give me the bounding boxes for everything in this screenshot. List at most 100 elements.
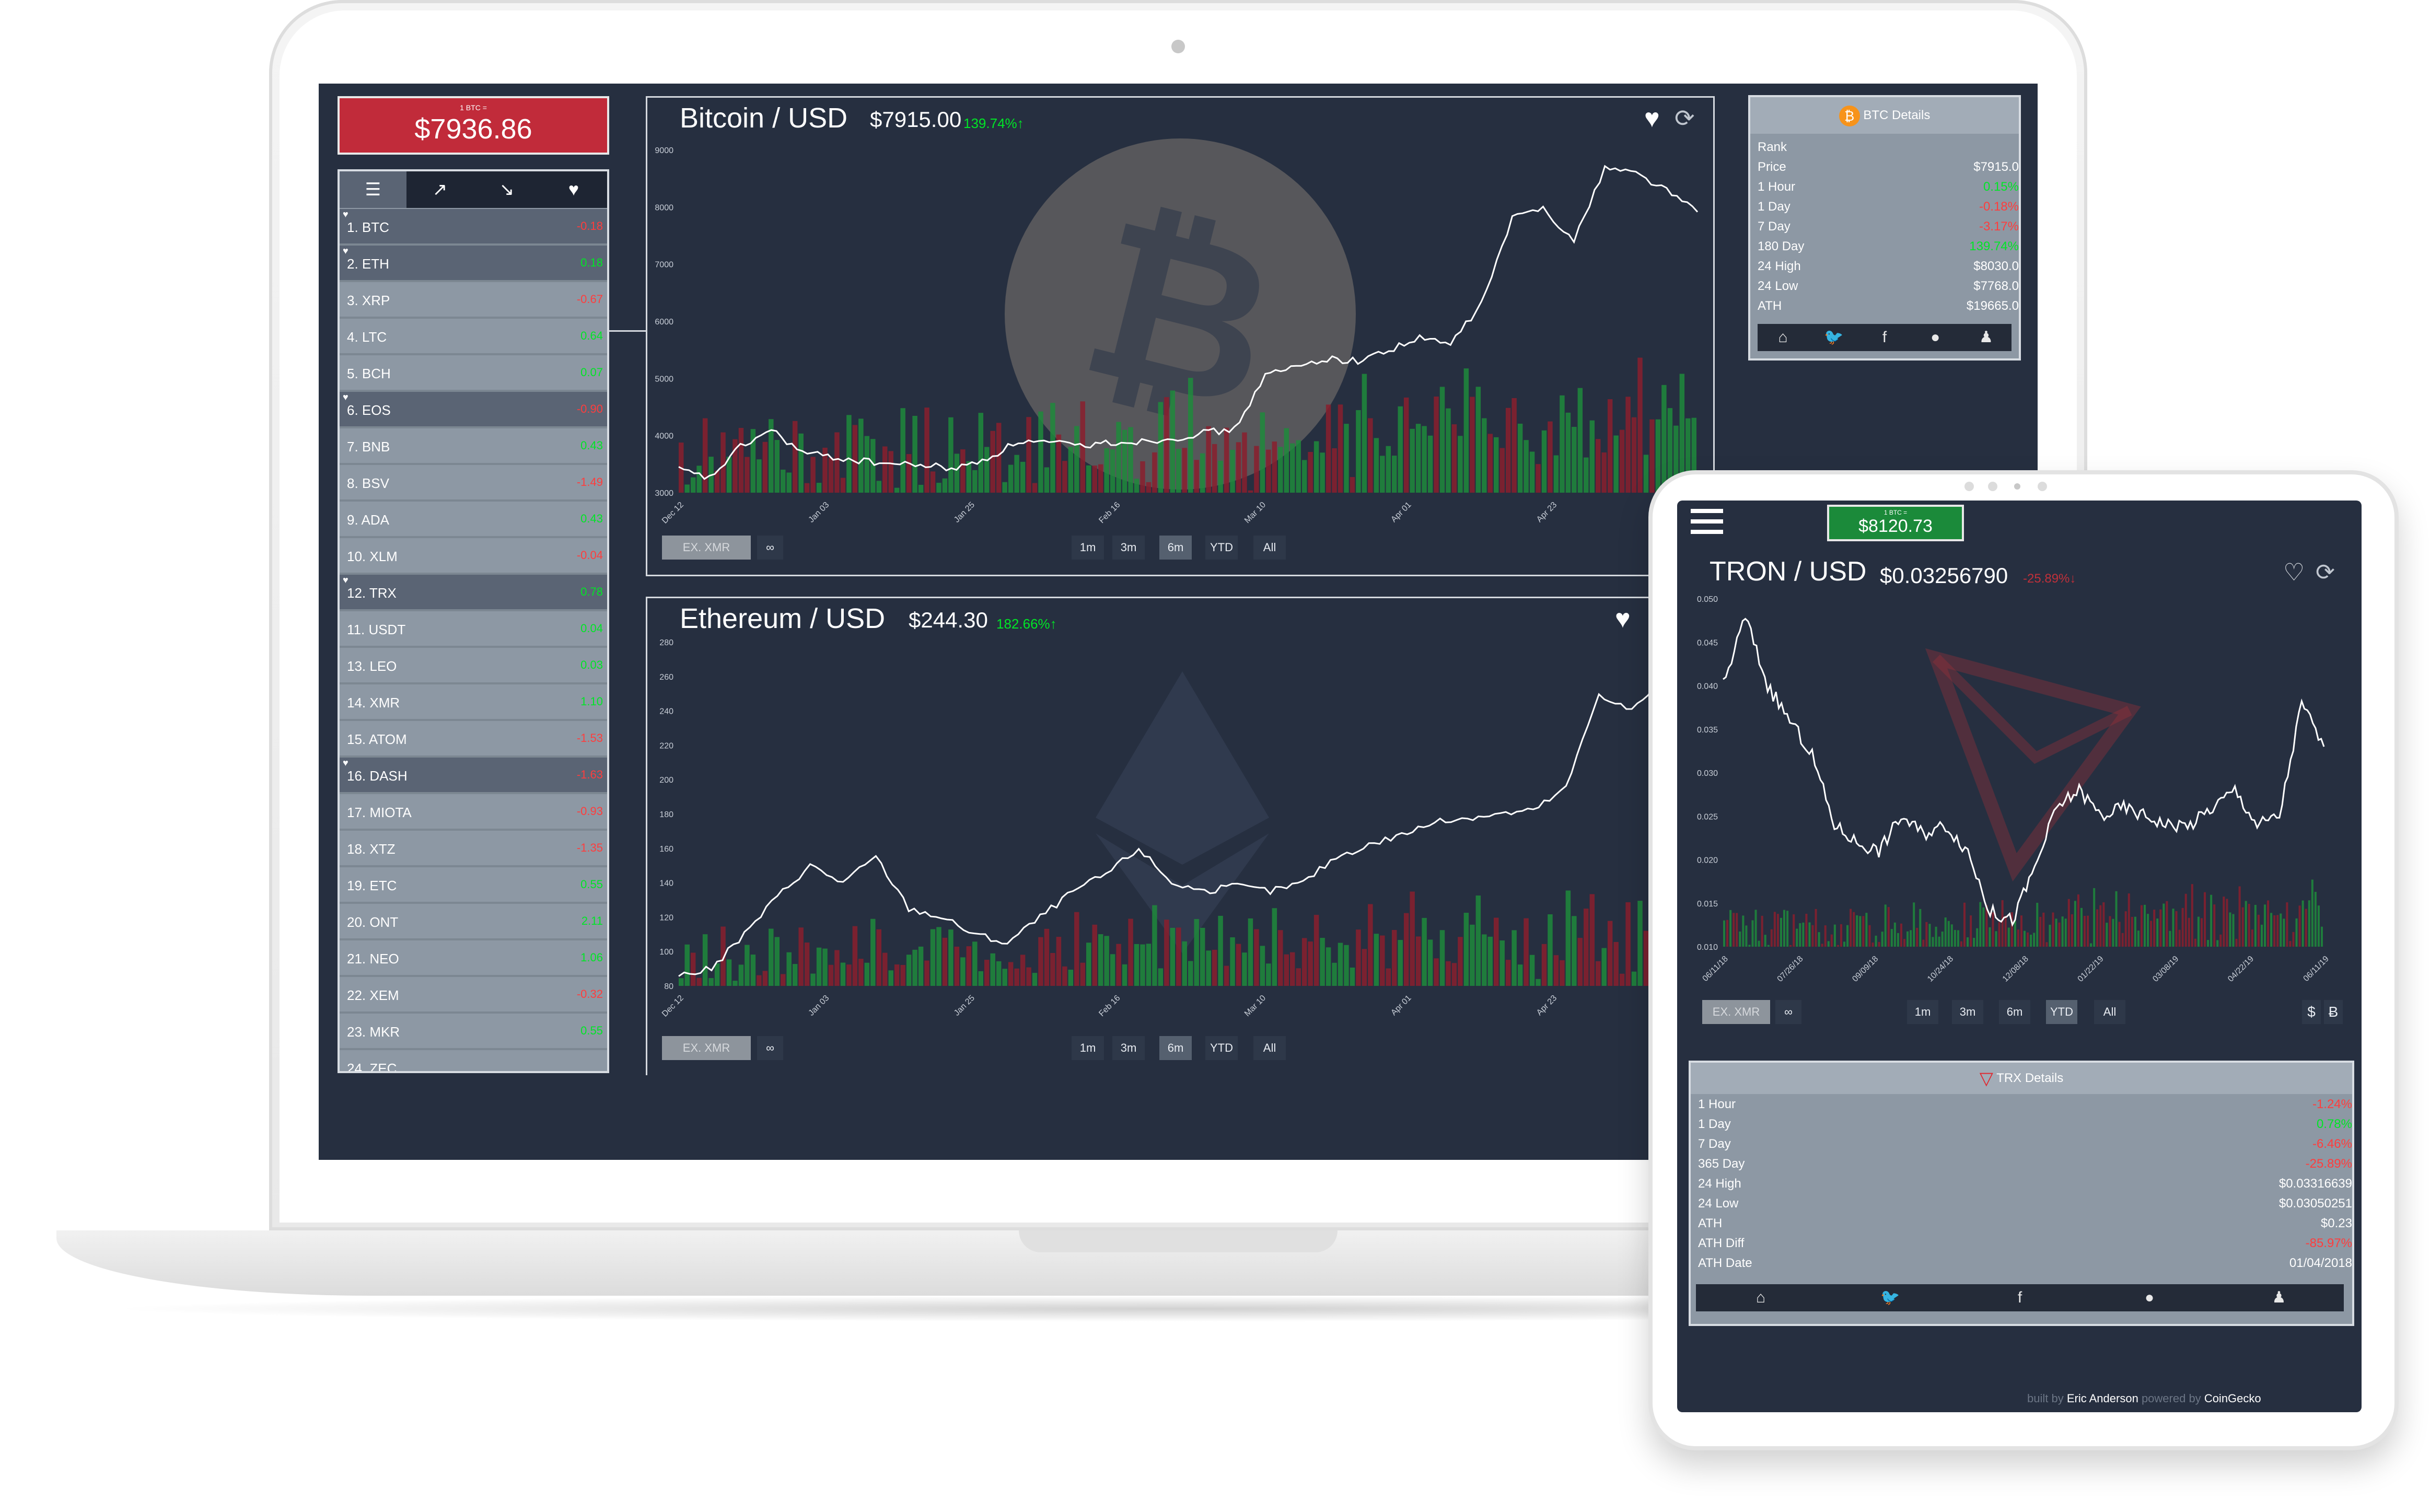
coin-list-row[interactable]: 14. XMR 1.10	[340, 684, 607, 721]
coin-list-row[interactable]: ♥ 12. TRX 0.78	[340, 575, 607, 611]
details-label: ATH Diff	[1698, 1236, 1745, 1250]
exclude-xmr-button[interactable]: EX. XMR	[662, 536, 751, 560]
currency-btc-button[interactable]: Ƀ	[2324, 1000, 2343, 1024]
volume-bar	[2289, 941, 2292, 947]
twitter-icon[interactable]: 🐦	[1826, 1284, 1955, 1311]
coin-list-row[interactable]: 7. BNB 0.43	[340, 428, 607, 465]
hamburger-menu-icon[interactable]	[1691, 509, 1723, 536]
tab-all-coins[interactable]: ☰	[340, 171, 406, 208]
volume-bar	[918, 484, 924, 493]
currency-usd-button[interactable]: $	[2302, 1000, 2321, 1024]
coin-list-row[interactable]: ♥ 6. EOS -0.90	[340, 392, 607, 428]
favorite-heart-icon[interactable]: ♥	[343, 246, 348, 257]
tab-favorites[interactable]: ♥	[540, 171, 607, 208]
exclude-xmr-button[interactable]: EX. XMR	[662, 1036, 751, 1060]
coin-list-row[interactable]: 24. ZEC	[340, 1050, 607, 1071]
range-ytd-button[interactable]: YTD	[2046, 1000, 2077, 1024]
coin-list-row[interactable]: ♥ 16. DASH -1.63	[340, 758, 607, 794]
volume-bar	[1266, 449, 1271, 493]
eth-chart-panel: Ethereum / USD $244.30 182.66%↑ ♥ 80 100 1…	[646, 597, 1715, 1075]
range-ytd-button[interactable]: YTD	[1205, 1036, 1238, 1060]
volume-bar	[1398, 940, 1403, 986]
range-1m-button[interactable]: 1m	[1072, 536, 1104, 560]
coin-list-row[interactable]: 20. ONT 2.11	[340, 904, 607, 940]
x-tick-label: 06/11/19	[2302, 955, 2331, 983]
x-tick-label: Dec 12	[660, 994, 685, 1019]
range-3m-button[interactable]: 3m	[1112, 1036, 1145, 1060]
volume-bar	[2166, 901, 2168, 947]
coin-list-row[interactable]: ♥ 1. BTC -0.18	[340, 209, 607, 246]
range-all-button[interactable]: All	[1253, 536, 1286, 560]
volume-bar	[1458, 436, 1463, 493]
coin-list-row[interactable]: 17. MIOTA -0.93	[340, 794, 607, 831]
volume-bar	[1607, 921, 1613, 986]
volume-bar	[2226, 899, 2228, 947]
volume-bar	[876, 481, 881, 493]
coin-list-row[interactable]: 19. ETC 0.55	[340, 867, 607, 904]
volume-bar	[810, 973, 816, 986]
coin-list-row[interactable]: 8. BSV -1.49	[340, 465, 607, 502]
volume-bar	[1954, 929, 1956, 947]
volume-bar	[2024, 931, 2026, 947]
coin-change: -0.04	[576, 549, 603, 562]
coin-list-row[interactable]: 23. MKR 0.55	[340, 1014, 607, 1050]
coin-list-row[interactable]: 11. USDT 0.04	[340, 611, 607, 648]
details-row: 24 Low $7768.0	[1758, 279, 2019, 299]
details-value: 01/04/2018	[2289, 1256, 2352, 1270]
coin-list-row[interactable]: 5. BCH 0.07	[340, 355, 607, 392]
volume-bar	[792, 421, 798, 493]
favorite-heart-icon[interactable]: ♥	[343, 575, 348, 586]
coin-label: 5. BCH	[347, 366, 391, 381]
coin-list-row[interactable]: 4. LTC 0.64	[340, 319, 607, 355]
range-6m-button[interactable]: 6m	[1999, 1000, 2030, 1024]
favorite-heart-icon[interactable]: ♥	[343, 209, 348, 220]
range-1m-button[interactable]: 1m	[1907, 1000, 1938, 1024]
range-1m-button[interactable]: 1m	[1072, 1036, 1104, 1060]
coin-list-row[interactable]: ♥ 2. ETH 0.18	[340, 246, 607, 282]
coin-list-row[interactable]: 9. ADA 0.43	[340, 502, 607, 538]
facebook-icon[interactable]: f	[1955, 1284, 2085, 1311]
home-icon[interactable]: ⌂	[1696, 1284, 1826, 1311]
coin-list-row[interactable]: 15. ATOM -1.53	[340, 721, 607, 758]
reddit-icon[interactable]: ●	[2085, 1284, 2214, 1311]
range-6m-button[interactable]: 6m	[1159, 1036, 1192, 1060]
range-ytd-button[interactable]: YTD	[1205, 536, 1238, 560]
reddit-icon[interactable]: ●	[1910, 324, 1961, 351]
coin-list-row[interactable]: 10. XLM -0.04	[340, 538, 607, 575]
btc-price-header: 1 BTC = $7936.86	[338, 96, 609, 155]
footer-provider-link[interactable]: CoinGecko	[2204, 1392, 2261, 1405]
volume-bar	[2241, 907, 2244, 947]
twitter-icon[interactable]: 🐦	[1808, 324, 1859, 351]
range-3m-button[interactable]: 3m	[1952, 1000, 1983, 1024]
range-all-button[interactable]: All	[2094, 1000, 2125, 1024]
tab-gainers[interactable]: ↗	[406, 171, 473, 208]
volume-bar	[1773, 912, 1776, 947]
range-3m-button[interactable]: 3m	[1112, 536, 1145, 560]
coin-list-row[interactable]: 18. XTZ -1.35	[340, 831, 607, 867]
tab-losers[interactable]: ↘	[473, 171, 540, 208]
coin-list-row[interactable]: 21. NEO 1.06	[340, 940, 607, 977]
github-icon[interactable]: ♟	[2214, 1284, 2344, 1311]
range-6m-button[interactable]: 6m	[1159, 536, 1192, 560]
coin-list-row[interactable]: 13. LEO 0.03	[340, 648, 607, 684]
volume-bar	[1086, 943, 1091, 986]
link-button[interactable]: ∞	[1775, 1000, 1801, 1024]
exclude-xmr-button[interactable]: EX. XMR	[1702, 1000, 1770, 1024]
github-icon[interactable]: ♟	[1961, 324, 2012, 351]
favorite-heart-icon[interactable]: ♥	[343, 392, 348, 403]
facebook-icon[interactable]: f	[1859, 324, 1910, 351]
volume-bar	[870, 918, 876, 986]
coin-list-row[interactable]: 3. XRP -0.67	[340, 282, 607, 319]
volume-bar	[1146, 482, 1152, 493]
volume-bar	[1887, 907, 1890, 947]
footer-author-link[interactable]: Eric Anderson	[2067, 1392, 2138, 1405]
favorite-heart-icon[interactable]: ♥	[343, 758, 348, 769]
volume-bar	[882, 952, 888, 986]
y-tick-label: 0.040	[1697, 682, 1718, 691]
link-button[interactable]: ∞	[757, 1036, 783, 1060]
range-all-button[interactable]: All	[1253, 1036, 1286, 1060]
coin-list-row[interactable]: 22. XEM -0.32	[340, 977, 607, 1014]
home-icon[interactable]: ⌂	[1758, 324, 1808, 351]
link-button[interactable]: ∞	[757, 536, 783, 560]
price-line	[1723, 618, 2325, 927]
